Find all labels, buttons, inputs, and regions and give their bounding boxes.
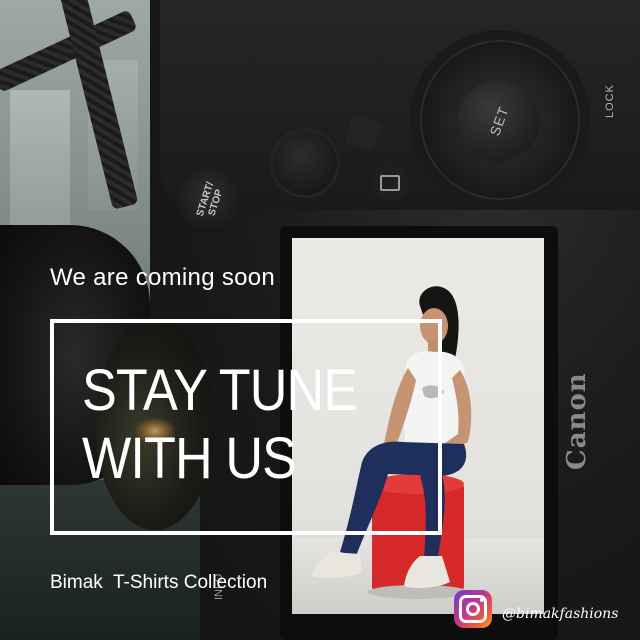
collection-text: Bimak T-Shirts Collection <box>50 572 268 593</box>
multi-controller <box>270 128 340 198</box>
poster: SET START/STOP LOCK INFO Canon We are co… <box>0 0 640 640</box>
headline: STAY TUNE WITH US <box>82 357 358 493</box>
coming-soon-text: We are coming soon <box>50 264 276 291</box>
instagram-icon-dot <box>480 598 484 602</box>
set-label: SET <box>486 104 512 138</box>
canon-logo: Canon <box>562 372 592 470</box>
start-stop-label: START/STOP <box>195 180 226 218</box>
instagram-handle: @bimakfashions <box>502 606 619 622</box>
start-stop-button: START/STOP <box>178 168 244 234</box>
instagram-icon <box>454 590 492 628</box>
camera-icon <box>380 175 400 191</box>
set-button: SET <box>458 80 540 162</box>
headline-line: STAY TUNE <box>82 358 358 423</box>
headline-line: WITH US <box>82 426 297 491</box>
live-view-button <box>372 165 408 201</box>
lock-label: LOCK <box>604 84 616 118</box>
